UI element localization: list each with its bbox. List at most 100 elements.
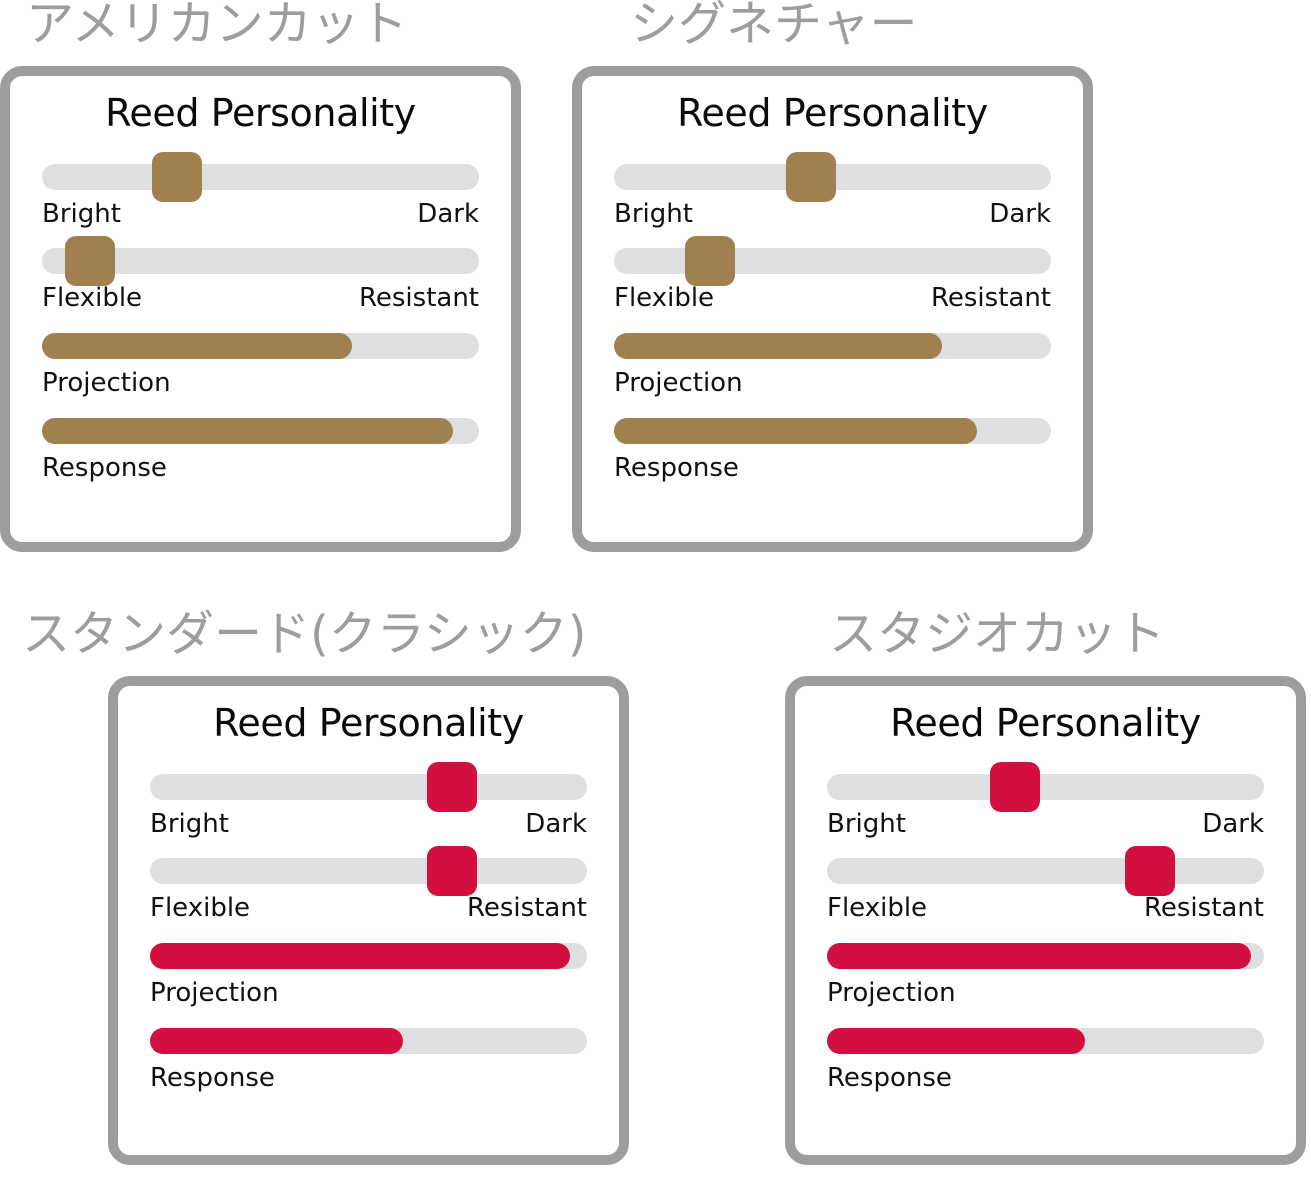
reed-personality-card: Reed Personality Bright Dark Flexible Re… bbox=[0, 66, 521, 552]
reed-group-studio-cut: スタジオカット Reed Personality Bright Dark Fle… bbox=[785, 610, 1306, 1165]
meter-track-wrap[interactable] bbox=[614, 321, 1051, 371]
slider-track[interactable] bbox=[150, 761, 587, 812]
meter-track-wrap[interactable] bbox=[150, 931, 587, 981]
meter-label: Projection bbox=[150, 978, 279, 1009]
slider-thumb[interactable] bbox=[152, 151, 203, 202]
reed-group-standard-classic: スタンダード(クラシック) Reed Personality Bright Da… bbox=[22, 610, 629, 1165]
meter-label: Projection bbox=[42, 368, 171, 399]
meter-fill bbox=[827, 943, 1251, 970]
reed-personality-card: Reed Personality Bright Dark Flexible Re… bbox=[785, 676, 1306, 1165]
slider-track-wrap[interactable] bbox=[827, 846, 1264, 897]
slider-endpoint-labels: Flexible Resistant bbox=[614, 284, 1051, 313]
slider-track[interactable] bbox=[614, 151, 1051, 202]
slider-label-left: Flexible bbox=[614, 283, 715, 314]
slider-track[interactable] bbox=[827, 761, 1264, 812]
slider-track-wrap[interactable] bbox=[614, 151, 1051, 202]
reed-personality-comparison-board: アメリカンカット Reed Personality Bright Dark Fl… bbox=[0, 0, 1311, 1199]
slider-track-wrap[interactable] bbox=[150, 846, 587, 897]
meter-projection[interactable]: Projection bbox=[150, 931, 587, 1008]
slider-bright-dark[interactable]: Bright Dark bbox=[614, 151, 1051, 229]
meter-track[interactable] bbox=[42, 333, 479, 360]
slider-track-wrap[interactable] bbox=[42, 151, 479, 202]
slider-flexible-resistant[interactable]: Flexible Resistant bbox=[150, 846, 587, 923]
meter-labels: Response bbox=[42, 454, 479, 483]
meter-labels: Response bbox=[827, 1064, 1264, 1093]
slider-endpoint-labels: Flexible Resistant bbox=[150, 894, 587, 923]
meter-track-wrap[interactable] bbox=[614, 406, 1051, 456]
slider-thumb[interactable] bbox=[65, 236, 116, 287]
meter-track-wrap[interactable] bbox=[42, 321, 479, 371]
slider-bright-dark[interactable]: Bright Dark bbox=[42, 151, 479, 229]
meter-response[interactable]: Response bbox=[827, 1016, 1264, 1093]
meter-labels: Projection bbox=[150, 979, 587, 1008]
slider-label-left: Bright bbox=[42, 198, 121, 229]
reed-personality-card: Reed Personality Bright Dark Flexible Re… bbox=[108, 676, 629, 1165]
meter-fill bbox=[150, 1027, 404, 1054]
meter-response[interactable]: Response bbox=[614, 406, 1051, 483]
slider-track[interactable] bbox=[42, 151, 479, 202]
meter-projection[interactable]: Projection bbox=[827, 931, 1264, 1008]
slider-endpoint-labels: Bright Dark bbox=[42, 200, 479, 229]
meter-labels: Projection bbox=[827, 979, 1264, 1008]
slider-flexible-resistant[interactable]: Flexible Resistant bbox=[614, 236, 1051, 313]
meter-projection[interactable]: Projection bbox=[614, 321, 1051, 398]
meter-labels: Response bbox=[614, 454, 1051, 483]
meter-label: Response bbox=[614, 452, 739, 483]
slider-thumb[interactable] bbox=[785, 151, 836, 202]
meter-track[interactable] bbox=[614, 333, 1051, 360]
meter-labels: Projection bbox=[614, 369, 1051, 398]
meter-fill bbox=[150, 943, 570, 970]
slider-track[interactable] bbox=[42, 236, 479, 287]
slider-bright-dark[interactable]: Bright Dark bbox=[827, 761, 1264, 839]
meter-fill bbox=[614, 417, 977, 444]
reed-group-american-cut: アメリカンカット Reed Personality Bright Dark Fl… bbox=[0, 0, 521, 552]
meter-labels: Response bbox=[150, 1064, 587, 1093]
meter-track[interactable] bbox=[150, 1027, 587, 1054]
meter-track-wrap[interactable] bbox=[827, 1016, 1264, 1066]
slider-track-wrap[interactable] bbox=[614, 236, 1051, 287]
slider-label-right: Dark bbox=[417, 198, 479, 229]
slider-label-left: Flexible bbox=[827, 893, 928, 924]
group-heading: スタジオカット bbox=[829, 606, 1166, 662]
slider-track-wrap[interactable] bbox=[42, 236, 479, 287]
card-title: Reed Personality bbox=[213, 701, 524, 745]
slider-thumb[interactable] bbox=[989, 761, 1040, 812]
meter-track-wrap[interactable] bbox=[42, 406, 479, 456]
slider-label-left: Bright bbox=[614, 198, 693, 229]
slider-thumb[interactable] bbox=[685, 236, 736, 287]
slider-track-wrap[interactable] bbox=[150, 761, 587, 812]
meter-track-wrap[interactable] bbox=[827, 931, 1264, 981]
slider-track-wrap[interactable] bbox=[827, 761, 1264, 812]
meter-response[interactable]: Response bbox=[42, 406, 479, 483]
slider-thumb[interactable] bbox=[1125, 846, 1176, 897]
slider-label-right: Dark bbox=[1202, 808, 1264, 839]
meter-projection[interactable]: Projection bbox=[42, 321, 479, 398]
slider-endpoint-labels: Bright Dark bbox=[614, 200, 1051, 229]
meter-fill bbox=[614, 333, 942, 360]
card-title: Reed Personality bbox=[677, 91, 988, 135]
slider-thumb[interactable] bbox=[426, 761, 477, 812]
meter-track[interactable] bbox=[614, 417, 1051, 444]
meter-track-wrap[interactable] bbox=[150, 1016, 587, 1066]
slider-track[interactable] bbox=[614, 236, 1051, 287]
reed-group-signature: シグネチャー Reed Personality Bright Dark Flex… bbox=[572, 0, 1093, 552]
slider-flexible-resistant[interactable]: Flexible Resistant bbox=[827, 846, 1264, 923]
slider-label-left: Flexible bbox=[150, 893, 251, 924]
meter-track[interactable] bbox=[150, 943, 587, 970]
slider-flexible-resistant[interactable]: Flexible Resistant bbox=[42, 236, 479, 313]
meter-track[interactable] bbox=[42, 417, 479, 444]
slider-label-right: Dark bbox=[989, 198, 1051, 229]
meter-track[interactable] bbox=[827, 943, 1264, 970]
slider-bright-dark[interactable]: Bright Dark bbox=[150, 761, 587, 839]
meter-label: Response bbox=[827, 1062, 952, 1093]
slider-thumb[interactable] bbox=[426, 846, 477, 897]
meter-track[interactable] bbox=[827, 1027, 1264, 1054]
slider-endpoint-labels: Bright Dark bbox=[150, 810, 587, 839]
slider-label-left: Flexible bbox=[42, 283, 143, 314]
meter-label: Response bbox=[150, 1062, 275, 1093]
slider-track[interactable] bbox=[827, 846, 1264, 897]
slider-label-right: Resistant bbox=[930, 283, 1051, 314]
group-heading: アメリカンカット bbox=[26, 0, 408, 52]
meter-response[interactable]: Response bbox=[150, 1016, 587, 1093]
slider-track[interactable] bbox=[150, 846, 587, 897]
